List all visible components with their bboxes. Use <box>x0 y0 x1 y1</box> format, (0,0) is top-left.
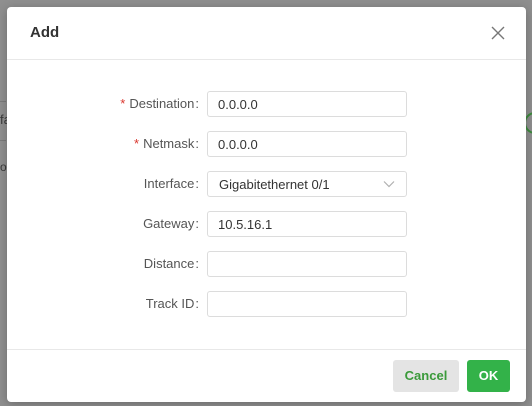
distance-input[interactable] <box>207 251 407 277</box>
interface-selected-value: Gigabitethernet 0/1 <box>219 177 330 192</box>
track-id-row: Track ID: <box>7 291 526 317</box>
background-divider <box>0 101 6 102</box>
cancel-button[interactable]: Cancel <box>393 360 459 392</box>
background-text-fragment: o <box>0 160 7 174</box>
add-route-dialog: Add *Destination: *Netmask: Interface: G… <box>7 7 526 402</box>
chevron-down-icon <box>383 181 395 188</box>
dialog-header: Add <box>7 7 526 60</box>
track-id-input[interactable] <box>207 291 407 317</box>
interface-select[interactable]: Gigabitethernet 0/1 <box>207 171 407 197</box>
destination-input[interactable] <box>207 91 407 117</box>
background-divider <box>0 140 6 141</box>
required-mark: * <box>134 136 140 151</box>
ok-button[interactable]: OK <box>467 360 510 392</box>
dialog-footer: Cancel OK <box>7 349 526 402</box>
gateway-row: Gateway: <box>7 211 526 237</box>
netmask-label: * Netmask: <box>134 136 199 151</box>
gateway-input[interactable] <box>207 211 407 237</box>
destination-label: * Destination: <box>120 96 199 111</box>
destination-row: * Destination: <box>7 91 526 117</box>
track-id-label: Track ID: <box>145 296 199 311</box>
required-mark: * <box>120 96 126 111</box>
distance-row: Distance: <box>7 251 526 277</box>
interface-label: Interface: <box>143 176 199 191</box>
gateway-label: Gateway: <box>143 216 199 231</box>
close-button[interactable] <box>488 23 508 43</box>
netmask-row: * Netmask: <box>7 131 526 157</box>
interface-row: Interface: Gigabitethernet 0/1 <box>7 171 526 197</box>
dialog-title: Add <box>30 24 60 41</box>
netmask-input[interactable] <box>207 131 407 157</box>
distance-label: Distance: <box>143 256 199 271</box>
close-icon <box>491 26 505 40</box>
